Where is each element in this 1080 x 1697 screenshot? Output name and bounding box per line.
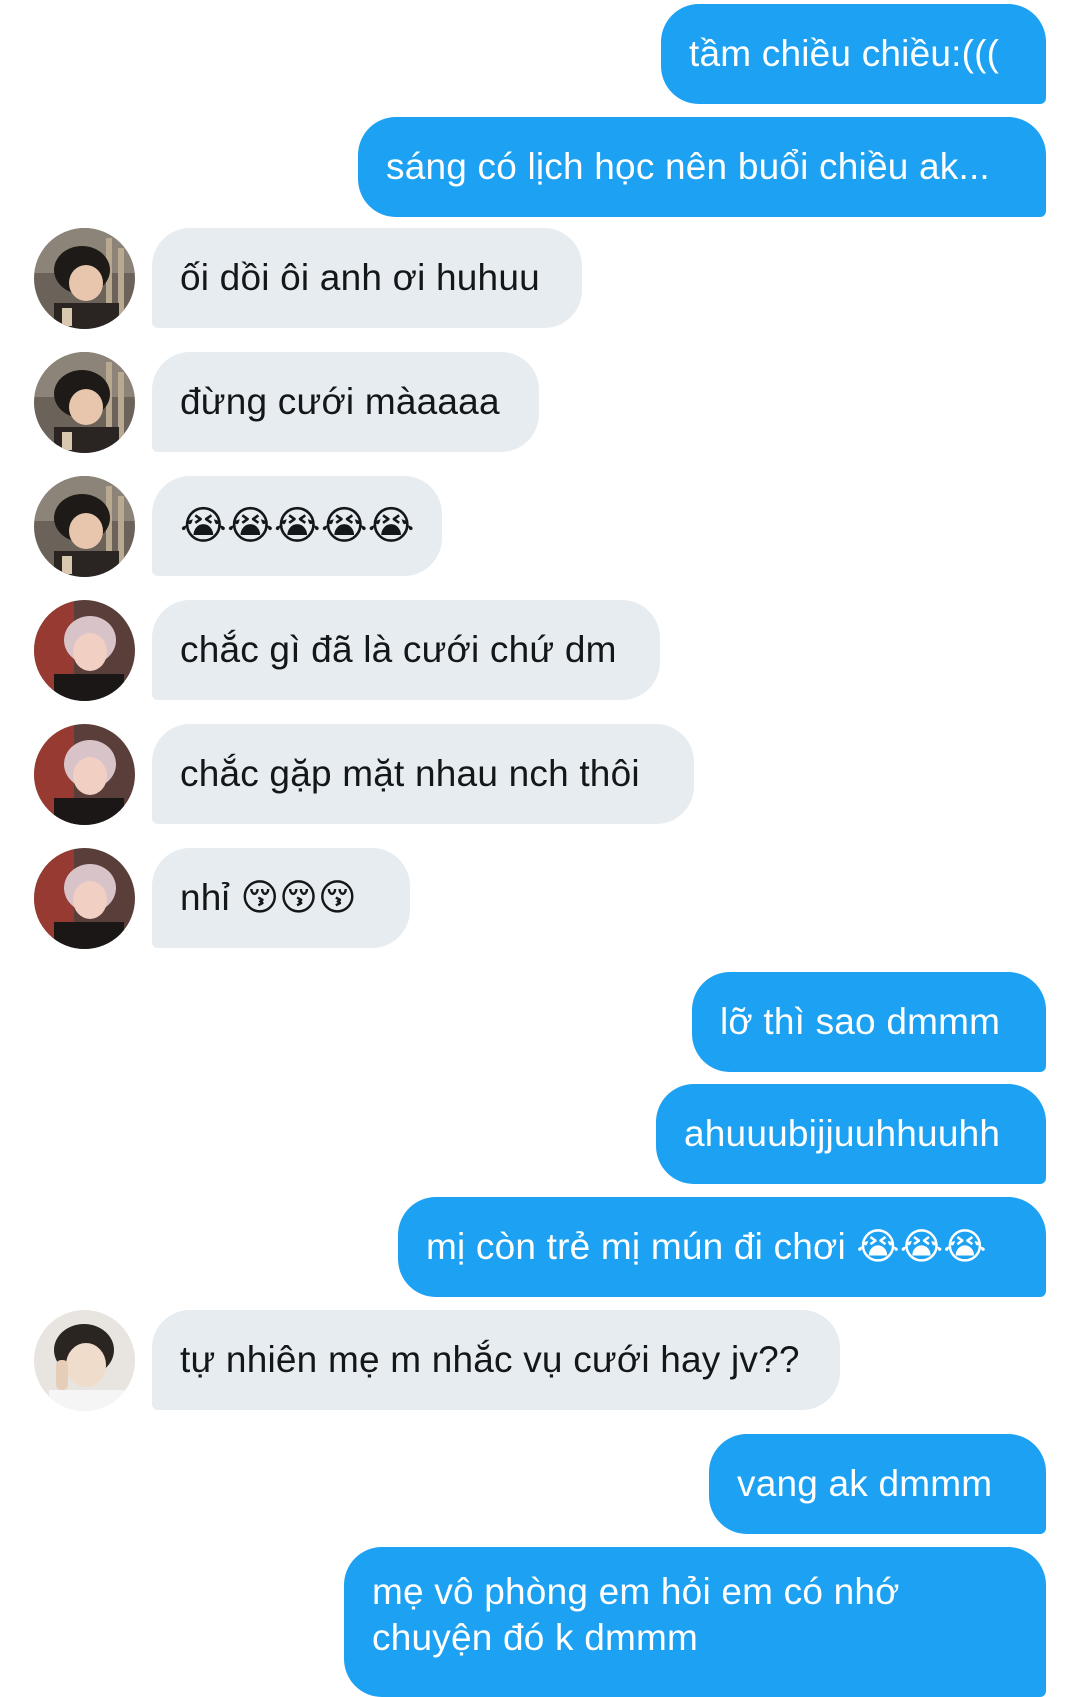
message-bubble-incoming[interactable]: đừng cưới màaaaa <box>152 352 539 452</box>
message-text: vang ak dmmm <box>737 1463 993 1504</box>
message-bubble-outgoing[interactable]: ahuuubijjuuhhuuhh <box>656 1084 1046 1184</box>
message-text: chắc gặp mặt nhau nch thôi <box>180 753 640 794</box>
avatar-image <box>34 228 135 329</box>
avatar-image <box>34 352 135 453</box>
message-bubble-incoming[interactable]: tự nhiên mẹ m nhắc vụ cưới hay jv?? <box>152 1310 840 1410</box>
avatar-image <box>34 724 135 825</box>
message-text: lỡ thì sao dmmm <box>720 1001 1001 1042</box>
message-text: mẹ vô phòng em hỏi em có nhớ chuyện đó k… <box>372 1571 900 1658</box>
avatar-image <box>34 1310 135 1411</box>
avatar-image <box>34 848 135 949</box>
avatar[interactable] <box>34 352 135 453</box>
message-bubble-incoming[interactable]: nhỉ 😚😚😚 <box>152 848 410 948</box>
avatar[interactable] <box>34 1310 135 1411</box>
message-bubble-outgoing[interactable]: mị còn trẻ mị mún đi chơi 😭😭😭 <box>398 1197 1046 1297</box>
message-text: đừng cưới màaaaa <box>180 381 500 422</box>
message-text: nhỉ 😚😚😚 <box>180 877 357 918</box>
avatar-image <box>34 600 135 701</box>
avatar[interactable] <box>34 476 135 577</box>
message-text: 😭😭😭😭😭 <box>180 504 415 548</box>
message-bubble-incoming[interactable]: chắc gì đã là cưới chứ dm <box>152 600 660 700</box>
message-bubble-incoming[interactable]: 😭😭😭😭😭 <box>152 476 442 576</box>
message-bubble-outgoing[interactable]: vang ak dmmm <box>709 1434 1046 1534</box>
avatar[interactable] <box>34 228 135 329</box>
avatar-image <box>34 476 135 577</box>
message-text: ahuuubijjuuhhuuhh <box>684 1113 1001 1154</box>
avatar[interactable] <box>34 600 135 701</box>
message-bubble-incoming[interactable]: chắc gặp mặt nhau nch thôi <box>152 724 694 824</box>
message-text: tầm chiều chiều:((( <box>689 33 1000 74</box>
message-bubble-outgoing[interactable]: mẹ vô phòng em hỏi em có nhớ chuyện đó k… <box>344 1547 1046 1697</box>
message-text: sáng có lịch học nên buổi chiều ak... <box>386 146 990 187</box>
message-bubble-outgoing[interactable]: tầm chiều chiều:((( <box>661 4 1046 104</box>
message-text: ối dồi ôi anh ơi huhuu <box>180 257 540 298</box>
avatar[interactable] <box>34 848 135 949</box>
message-bubble-outgoing[interactable]: sáng có lịch học nên buổi chiều ak... <box>358 117 1046 217</box>
message-bubble-outgoing[interactable]: lỡ thì sao dmmm <box>692 972 1046 1072</box>
avatar[interactable] <box>34 724 135 825</box>
message-text: chắc gì đã là cưới chứ dm <box>180 629 617 670</box>
message-bubble-incoming[interactable]: ối dồi ôi anh ơi huhuu <box>152 228 582 328</box>
message-text: mị còn trẻ mị mún đi chơi 😭😭😭 <box>426 1226 987 1267</box>
message-text: tự nhiên mẹ m nhắc vụ cưới hay jv?? <box>180 1339 800 1380</box>
